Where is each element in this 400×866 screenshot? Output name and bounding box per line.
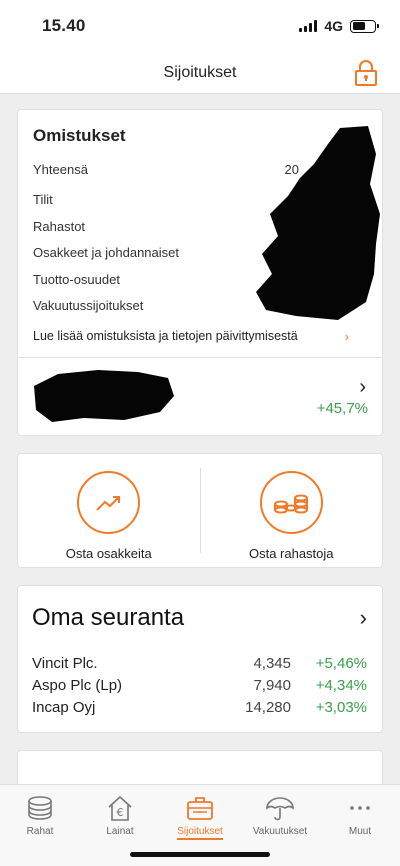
buy-stocks-label: Osta osakkeita xyxy=(65,546,152,561)
status-indicators: 4G xyxy=(299,18,379,34)
svg-text:€: € xyxy=(117,806,124,819)
lock-icon[interactable] xyxy=(354,60,378,86)
holdings-card: Omistukset Yhteensä 20 Tilit Rahastot Os… xyxy=(17,109,383,436)
buy-card: Osta osakkeita Osta rahastoja xyxy=(17,453,383,568)
more-icon xyxy=(350,806,370,810)
tab-bar: Rahat € Lainat Sijoitukset Vakuutukset M… xyxy=(0,784,400,866)
stock-change: +4,34% xyxy=(315,676,367,694)
read-more-label: Lue lisää omistuksista ja tietojen päivi… xyxy=(33,329,298,343)
stock-name: Incap Oyj xyxy=(32,698,96,716)
watchlist-title: Oma seuranta xyxy=(32,604,185,631)
account-row[interactable]: › +45,7% xyxy=(18,358,382,435)
holdings-total-label: Yhteensä xyxy=(33,161,88,177)
redaction-mark xyxy=(34,370,174,422)
status-time: 15.40 xyxy=(42,16,86,35)
tab-muut[interactable]: Muut xyxy=(320,793,400,866)
watchlist-card[interactable]: Oma seuranta › Vincit Plc. 4,345 +5,46% … xyxy=(17,585,383,733)
chevron-right-icon[interactable]: › xyxy=(359,376,366,399)
page-title: Sijoitukset xyxy=(163,63,237,81)
tab-label: Sijoitukset xyxy=(177,826,223,840)
holdings-row-label: Rahastot xyxy=(33,218,86,234)
watchlist-item[interactable]: Aspo Plc (Lp) 7,940 +4,34% xyxy=(32,674,367,696)
briefcase-icon xyxy=(187,797,213,820)
status-bar: 15.40 4G xyxy=(0,0,400,52)
umbrella-icon xyxy=(266,797,294,821)
chevron-right-icon[interactable]: › xyxy=(360,605,367,631)
holdings-row-label: Osakkeet ja johdannaiset xyxy=(33,245,179,261)
trend-up-icon xyxy=(77,471,141,534)
coins-icon xyxy=(28,796,52,820)
stock-price: 7,940 xyxy=(253,676,291,694)
holdings-read-more-link[interactable]: Lue lisää omistuksista ja tietojen päivi… xyxy=(33,319,367,353)
stock-price: 14,280 xyxy=(245,698,291,716)
home-indicator[interactable] xyxy=(130,852,270,857)
nav-header: Sijoitukset xyxy=(0,52,400,94)
buy-stocks-button[interactable]: Osta osakkeita xyxy=(18,454,200,567)
tab-label: Lainat xyxy=(106,826,134,837)
tab-rahat[interactable]: Rahat xyxy=(0,793,80,866)
watchlist-item[interactable]: Incap Oyj 14,280 +3,03% xyxy=(32,696,367,718)
holdings-row-label: Tilit xyxy=(33,192,53,208)
account-change: +45,7% xyxy=(316,400,368,417)
stock-change: +5,46% xyxy=(315,654,367,672)
holdings-row-label: Tuotto-osuudet xyxy=(33,271,120,287)
tab-label: Vakuutukset xyxy=(252,826,308,837)
holdings-row-label: Vakuutussijoitukset xyxy=(33,298,144,314)
redaction-mark xyxy=(256,126,380,320)
tab-label: Muut xyxy=(348,826,372,837)
buy-funds-label: Osta rahastoja xyxy=(248,546,334,561)
watchlist-item[interactable]: Vincit Plc. 4,345 +5,46% xyxy=(32,652,367,674)
stock-name: Vincit Plc. xyxy=(32,654,98,672)
buy-funds-button[interactable]: Osta rahastoja xyxy=(201,454,383,567)
stock-change: +3,03% xyxy=(315,698,367,716)
battery-icon xyxy=(350,19,379,33)
coin-stack-icon xyxy=(259,471,323,534)
house-euro-icon: € xyxy=(108,795,132,821)
main-content[interactable]: Omistukset Yhteensä 20 Tilit Rahastot Os… xyxy=(0,95,400,784)
stock-price: 4,345 xyxy=(253,654,291,672)
tab-label: Rahat xyxy=(26,826,54,837)
signal-icon xyxy=(299,20,318,32)
stock-name: Aspo Plc (Lp) xyxy=(32,676,123,694)
network-label: 4G xyxy=(324,18,343,34)
chevron-right-icon: › xyxy=(344,328,349,344)
next-card xyxy=(17,750,383,784)
